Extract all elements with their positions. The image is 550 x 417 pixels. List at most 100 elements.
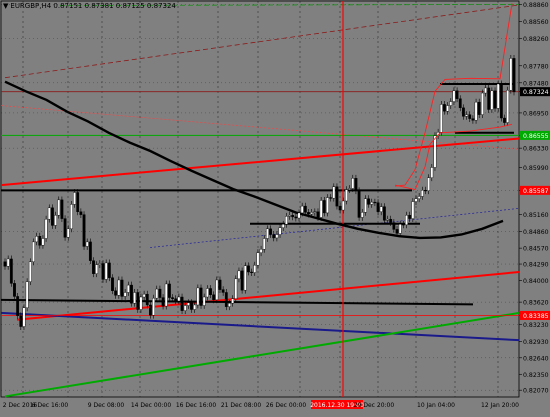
candle-body: [294, 216, 298, 219]
candle-body: [250, 271, 253, 274]
candle-body: [130, 284, 133, 304]
x-axis-label: 6 Dec 16:00: [32, 402, 69, 409]
candle-body: [107, 262, 111, 278]
candle-body: [427, 177, 431, 191]
price-chart[interactable]: 0.88860 0.88560 0.88260 0.87780 0.87480 0.873…: [0, 0, 550, 413]
y-axis-label: 0.86555: [523, 133, 549, 140]
chart-background: [0, 0, 550, 413]
candle-body: [139, 296, 143, 310]
candle-body: [357, 190, 361, 218]
candle-body: [28, 261, 32, 282]
candle-body: [446, 105, 450, 112]
candle-body: [174, 298, 178, 302]
candle-body: [149, 304, 152, 316]
candle-body: [348, 188, 352, 190]
candle-body: [98, 263, 102, 265]
candle-body: [269, 228, 272, 235]
candle-body: [158, 288, 162, 298]
candle-body: [379, 206, 383, 212]
candle-body: [411, 201, 415, 219]
candle-body: [291, 214, 295, 218]
candle-body: [487, 87, 491, 110]
candle-body: [509, 58, 513, 91]
chart-window[interactable]: 0.88860 0.88560 0.88260 0.87780 0.87480 0.873…: [0, 0, 550, 413]
candle-body: [38, 236, 42, 246]
candle-body: [313, 211, 317, 213]
candle-body: [180, 296, 184, 311]
candle-body: [477, 101, 481, 115]
candle-body: [329, 197, 333, 199]
candle-body: [506, 89, 510, 123]
y-axis-label: 0.84000: [523, 278, 549, 285]
y-axis-label: 0.85160: [523, 212, 549, 219]
candle-body: [512, 58, 516, 93]
candle-body: [496, 83, 500, 109]
candle-body: [196, 287, 200, 306]
candle-body: [474, 101, 478, 121]
y-axis-label: 0.88260: [523, 36, 549, 43]
candle-body: [69, 204, 73, 230]
candle-body: [92, 260, 95, 274]
y-axis-label: 0.85587: [523, 188, 549, 195]
candle-body: [237, 270, 241, 280]
candle-body: [439, 104, 443, 133]
candle-body: [161, 297, 165, 307]
candle-body: [376, 202, 380, 212]
y-axis-label: 0.88860: [523, 2, 549, 9]
candle-body: [503, 117, 506, 123]
x-axis-label: 12 Jan 20:00: [481, 402, 519, 409]
candle-body: [243, 265, 247, 291]
x-axis-label: 10 Jan 04:00: [417, 402, 455, 409]
candle-body: [57, 199, 61, 216]
candle-body: [275, 234, 279, 239]
candle-body: [73, 192, 76, 205]
candle-body: [351, 178, 355, 189]
candle-body: [82, 214, 86, 247]
y-axis-label: 0.82640: [523, 355, 549, 362]
x-axis-label: 21 Dec 08:00: [221, 402, 262, 409]
candle-body: [259, 249, 263, 253]
candle-body: [401, 224, 405, 226]
candle-body: [60, 199, 64, 219]
candle-body: [212, 294, 216, 301]
x-axis-label: 9 Dec 08:00: [88, 402, 125, 409]
candle-body: [414, 198, 418, 202]
candle-body: [171, 297, 174, 299]
candle-body: [224, 292, 228, 307]
y-axis-label: 0.87480: [523, 80, 549, 87]
candle-body: [240, 270, 244, 291]
candle-body: [19, 315, 23, 327]
candle-body: [335, 186, 339, 207]
candle-body: [66, 228, 70, 238]
x-axis-label: 14 Dec 00:00: [131, 402, 172, 409]
candle-body: [51, 207, 54, 226]
candle-body: [364, 198, 367, 213]
candle-body: [360, 212, 364, 218]
candle-body: [499, 83, 503, 119]
candle-body: [228, 303, 231, 307]
chart-title: ▼ EURGBP,H4 0.87151 0.87381 0.87125 0.873…: [3, 2, 176, 10]
candle-body: [117, 279, 121, 296]
candle-body: [114, 290, 118, 296]
y-axis-label: 0.82930: [523, 339, 549, 346]
candle-body: [133, 292, 137, 304]
candle-body: [95, 264, 99, 274]
candle-body: [177, 296, 181, 302]
candle-body: [493, 90, 497, 109]
candle-body: [63, 218, 67, 238]
candle-body: [297, 212, 301, 219]
candle-body: [41, 238, 45, 246]
candle-body: [247, 265, 250, 273]
x-axis-label: 26 Dec 00:00: [266, 402, 307, 409]
candle-body: [316, 211, 320, 218]
candle-body: [424, 189, 427, 192]
candle-body: [145, 293, 149, 306]
candle-body: [354, 178, 358, 191]
candle-body: [155, 288, 159, 299]
candle-body: [341, 200, 345, 211]
candle-body: [395, 229, 399, 234]
candle-body: [468, 114, 472, 119]
y-axis-label: 0.86330: [523, 146, 549, 153]
candle-body: [76, 192, 80, 212]
candle-body: [136, 292, 140, 310]
